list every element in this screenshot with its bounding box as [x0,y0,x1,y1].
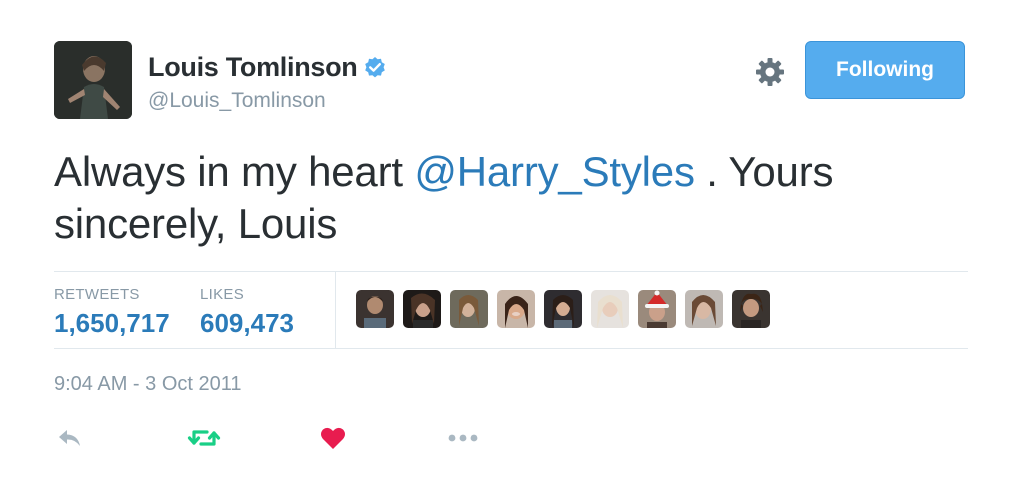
heart-icon [321,427,345,449]
tweet-mention-link[interactable]: @Harry_Styles [414,148,695,195]
reply-icon [59,430,80,446]
retweets-label: RETWEETS [54,286,140,303]
stats-vertical-divider [335,272,336,348]
more-button[interactable] [445,420,481,456]
liker-avatar[interactable] [356,290,394,328]
like-button[interactable] [315,420,351,456]
liker-avatar[interactable] [591,290,629,328]
retweet-icon [187,430,221,446]
stats-bottom-divider [54,348,968,349]
more-icon [448,434,478,442]
likes-count: 609,473 [200,308,294,338]
liker-avatar[interactable] [544,290,582,328]
liker-avatar[interactable] [403,290,441,328]
gear-icon[interactable] [754,56,786,88]
retweets-count: 1,650,717 [54,308,170,338]
tweet-text-before: Always in my heart [54,148,415,195]
author-display-name[interactable]: Louis Tomlinson [148,52,358,83]
author-handle[interactable]: @Louis_Tomlinson [148,89,326,113]
liker-avatar[interactable] [497,290,535,328]
likes-label: LIKES [200,286,245,303]
reply-button[interactable] [52,420,88,456]
tweet-stats: RETWEETS 1,650,717 LIKES 609,473 [54,272,968,348]
verified-badge-icon [365,56,386,77]
author-avatar[interactable] [54,41,132,119]
retweet-button[interactable] [186,420,222,456]
liker-avatar[interactable] [685,290,723,328]
likers-avatars [356,290,779,328]
tweet-text: Always in my heart @Harry_Styles . Yours… [54,146,954,250]
liker-avatar[interactable] [450,290,488,328]
avatar-photo [54,41,132,119]
liker-avatar[interactable] [638,290,676,328]
following-button[interactable]: Following [805,41,965,99]
liker-avatar[interactable] [732,290,770,328]
author-name-row: Louis Tomlinson [148,52,387,83]
tweet-timestamp[interactable]: 9:04 AM - 3 Oct 2011 [54,373,242,396]
